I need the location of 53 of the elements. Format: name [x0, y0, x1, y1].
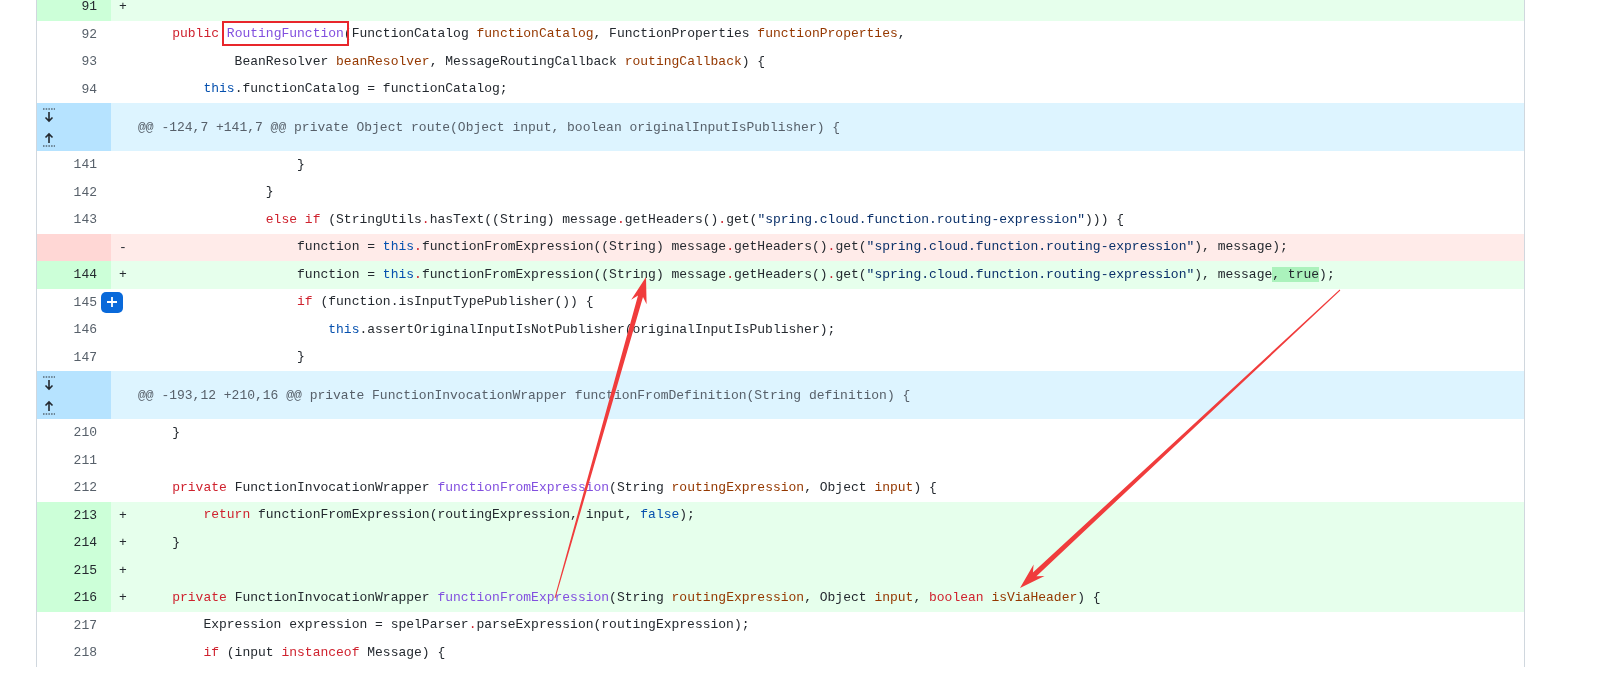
diff-sign: +: [119, 0, 127, 15]
code-line: if (input instanceof Message) {: [202, 643, 446, 662]
code-line: else if (StringUtils.hasText((String) message.getHeaders().get("spring.cloud.function.routing-expression"))) {: [264, 210, 1125, 229]
diff-sign: -: [119, 239, 127, 255]
diff-sign: +: [119, 562, 127, 578]
code-line: private FunctionInvocationWrapper functionFromExpression(String routingExpression, Object input, boolean isViaHeader) {: [171, 588, 1101, 607]
code-line: this.functionCatalog = functionCatalog;: [202, 80, 508, 99]
arrow-up-icon: [42, 130, 56, 147]
line-number: 213: [37, 501, 111, 529]
code-line: }: [171, 423, 180, 442]
line-number: 211: [72, 451, 98, 470]
line-number: 143: [72, 211, 98, 230]
expand-down-button[interactable]: [41, 107, 57, 124]
diff-sign: +: [119, 267, 127, 283]
line-number: 215: [37, 556, 111, 584]
code-line: if (function.isInputTypePublisher()) {: [296, 293, 594, 312]
line-number: 145: [72, 293, 98, 312]
code-line: }: [264, 183, 274, 202]
code-line: }: [171, 533, 180, 552]
plus-icon: [107, 297, 117, 307]
line-number: 210: [72, 424, 98, 443]
line-number: 147: [72, 348, 98, 367]
code-line: }: [296, 155, 305, 174]
hunk-header: @@ -124,7 +141,7 @@ private Object route(Object input, boolean originalInputIsPublisher) {: [111, 103, 1524, 151]
code-line: return functionFromExpression(routingExpression, input, false);: [202, 506, 695, 525]
expand-up-button[interactable]: [41, 398, 57, 415]
code-line: BeanResolver beanResolver, MessageRoutingCallback routingCallback) {: [233, 52, 766, 71]
line-number: 92: [80, 25, 98, 44]
line-number: 214: [37, 529, 111, 557]
line-number: 146: [72, 321, 98, 340]
line-number: 93: [80, 53, 98, 72]
line-number: 144: [37, 261, 111, 289]
code-line: function = this.functionFromExpression((String) message.getHeaders().get("spring.cloud.function.routing-expression"), message);: [296, 238, 1288, 257]
line-number: 218: [72, 644, 98, 663]
add-comment-button[interactable]: [101, 291, 123, 313]
line-number: 141: [72, 156, 98, 175]
code-line: }: [296, 348, 305, 367]
line-number: 94: [80, 80, 98, 99]
arrow-down-icon: [42, 107, 56, 124]
line-number: 91: [37, 0, 111, 21]
code-line: Expression expression = spelParser.parseExpression(routingExpression);: [202, 616, 750, 635]
line-number: 142: [72, 183, 98, 202]
line-number: 217: [72, 616, 98, 635]
diff-sign: +: [119, 535, 127, 551]
arrow-down-icon: [42, 375, 56, 392]
line-number: 216: [37, 584, 111, 612]
expand-down-button[interactable]: [41, 375, 57, 392]
expand-up-button[interactable]: [41, 130, 57, 147]
code-line: function = this.functionFromExpression((String) message.getHeaders().get("spring.cloud.function.routing-expression"), message, true);: [296, 265, 1335, 284]
line-number: 212: [72, 479, 98, 498]
diff-sign: +: [119, 507, 127, 523]
arrow-up-icon: [42, 398, 56, 415]
diff-sign: +: [119, 590, 127, 606]
